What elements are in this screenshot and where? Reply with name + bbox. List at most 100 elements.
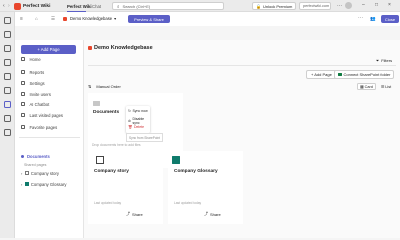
search-placeholder: Search (Ctrl+E) (122, 3, 151, 9)
sidebar: + Add Page Home Reports Settings Invite … (15, 40, 84, 238)
list-icon[interactable]: ☰ (51, 16, 55, 22)
help-icon[interactable] (4, 129, 11, 136)
sidebar-add-page-button[interactable]: + Add Page (21, 45, 76, 54)
company-story-card[interactable]: Company story Last updated today ⤴ Share (88, 151, 163, 224)
filters-button[interactable]: ⏷ Filters (376, 58, 392, 63)
sidebar-item-label: Home (29, 56, 41, 62)
more-options-icon[interactable]: ··· (358, 15, 363, 21)
tab-chat[interactable]: Chat (92, 4, 101, 9)
sort-dropdown[interactable]: ⇅ Manual Order (88, 84, 121, 89)
share-label: Share (210, 211, 221, 217)
card-view-button[interactable]: ▦ Card (357, 83, 376, 90)
calendar-icon[interactable] (4, 59, 11, 66)
menu-item-delete[interactable]: 🗑 Delete (128, 125, 144, 129)
share-button[interactable]: ⤴ Share (126, 211, 143, 217)
dot-icon (21, 154, 24, 158)
activity-icon[interactable] (4, 17, 11, 24)
tree-item-label: Company story (30, 170, 60, 176)
sidebar-item-favorites[interactable]: Favorite pages (21, 124, 57, 130)
add-page-label: + Add Page (311, 72, 332, 77)
forward-arrow-icon[interactable]: › (8, 3, 10, 9)
app-toolbar: ≡ ⌂ ☰ Demo Knowledgebase ▾ Preview & Sha… (15, 12, 400, 26)
sidebar-item-label: Favorite pages (29, 124, 58, 130)
unlock-premium-button[interactable]: 🔓 Unlock Premium (252, 2, 296, 10)
sidebar-item-settings[interactable]: Settings (21, 80, 45, 86)
page-icon (25, 171, 29, 175)
list-view-button[interactable]: ☰ List (379, 83, 393, 90)
sidebar-item-home[interactable]: Home (21, 56, 41, 62)
sidebar-item-invite-users[interactable]: Invite users (21, 91, 51, 97)
account-button[interactable]: perfectwiki.com (299, 2, 331, 10)
chart-icon (21, 70, 25, 74)
people-icon[interactable]: 👥 (370, 16, 376, 22)
sidebar-item-label: Documents (27, 153, 50, 159)
tab-perfect-wiki[interactable]: Perfect Wiki (67, 4, 92, 9)
company-glossary-card[interactable]: Company Glossary Last updated today ⤴ Sh… (168, 151, 243, 224)
tree-item-company-glossary[interactable]: › Company Glossary (21, 181, 66, 187)
sidebar-item-reports[interactable]: Reports (21, 69, 44, 75)
files-icon[interactable] (4, 87, 11, 94)
home-icon[interactable]: ⌂ (35, 16, 38, 21)
folder-icon (93, 101, 100, 106)
preview-share-button[interactable]: Preview & Share (128, 15, 170, 23)
sidebar-item-label: AI Chatbot (29, 101, 50, 107)
sidebar-item-last-visited[interactable]: Last visited pages (21, 112, 63, 118)
sync-off-icon: ⊘ (128, 119, 131, 123)
card-meta: Last updated today (94, 201, 122, 205)
menu-item-label: Delete (133, 125, 145, 129)
share-button[interactable]: ⤴ Share (204, 211, 221, 217)
sidebar-item-label: Reports (29, 69, 45, 75)
tree-item-company-story[interactable]: › Company story (21, 170, 59, 176)
app-rail (0, 12, 15, 238)
chevron-right-icon: › (21, 170, 23, 176)
add-user-icon (21, 92, 25, 96)
grid-icon: ▦ (360, 85, 364, 89)
sidebar-item-ai-chatbot[interactable]: AI Chatbot (21, 101, 49, 107)
perfect-wiki-app-icon[interactable] (4, 101, 11, 108)
teams-icon[interactable] (4, 45, 11, 52)
maximize-icon[interactable]: □ (375, 2, 378, 8)
chat-icon[interactable] (4, 31, 11, 38)
page-title: Demo Knowledgebase (88, 45, 153, 51)
close-button[interactable]: Close (381, 15, 399, 23)
add-page-button[interactable]: + Add Page (306, 70, 337, 79)
title-bar: ‹ › Perfect Wiki Perfect Wiki Chat ⌕ Sea… (0, 0, 400, 12)
card-title: Company story (94, 169, 129, 174)
book-icon (25, 182, 29, 186)
apps-icon[interactable] (4, 115, 11, 122)
minimize-icon[interactable]: – (362, 2, 365, 8)
card-title: Company Glossary (174, 169, 218, 174)
unlock-premium-label: Unlock Premium (262, 3, 293, 9)
back-arrow-icon[interactable]: ‹ (3, 3, 5, 9)
menu-item-disable-sync[interactable]: ⊘ Disable sync (128, 117, 150, 125)
more-icon[interactable]: ··· (337, 3, 342, 9)
menu-item-label: Sync now (132, 109, 148, 113)
divider (19, 137, 80, 138)
share-label: Share (132, 211, 143, 217)
connect-sharepoint-button[interactable]: Connect SharePoint folder (334, 70, 395, 79)
sidebar-add-page-label: + Add Page (37, 47, 60, 52)
menu-item-label: Disable sync (132, 117, 145, 125)
connect-sharepoint-label: Connect SharePoint folder (343, 72, 391, 77)
calls-icon[interactable] (4, 73, 11, 80)
card-meta: Drop documents here to add files (92, 143, 141, 147)
search-input[interactable]: ⌕ Search (Ctrl+E) (112, 2, 224, 10)
section-label: Shared pages (24, 163, 47, 167)
app-name: Perfect Wiki (23, 3, 51, 9)
sidebar-item-documents[interactable]: Documents (21, 153, 50, 159)
sidebar-item-label: Last visited pages (29, 112, 64, 118)
menu-item-sync-now[interactable]: ↻ Sync now (128, 109, 148, 113)
tooltip-text: Sync from SharePoint (129, 136, 161, 140)
sort-label: Manual Order (96, 84, 121, 89)
close-window-icon[interactable]: × (388, 2, 391, 8)
kb-logo-icon (63, 16, 67, 21)
sync-icon: ↻ (128, 109, 131, 113)
page-icon (96, 156, 104, 164)
list-icon: ☰ (380, 85, 385, 89)
avatar[interactable] (345, 2, 352, 9)
gear-icon (21, 81, 25, 85)
kb-name: Demo Knowledgebase (70, 16, 113, 21)
card-meta: Last updated today (174, 201, 202, 205)
hamburger-icon[interactable]: ≡ (20, 16, 23, 22)
kb-switcher[interactable]: Demo Knowledgebase ▾ (63, 16, 116, 21)
